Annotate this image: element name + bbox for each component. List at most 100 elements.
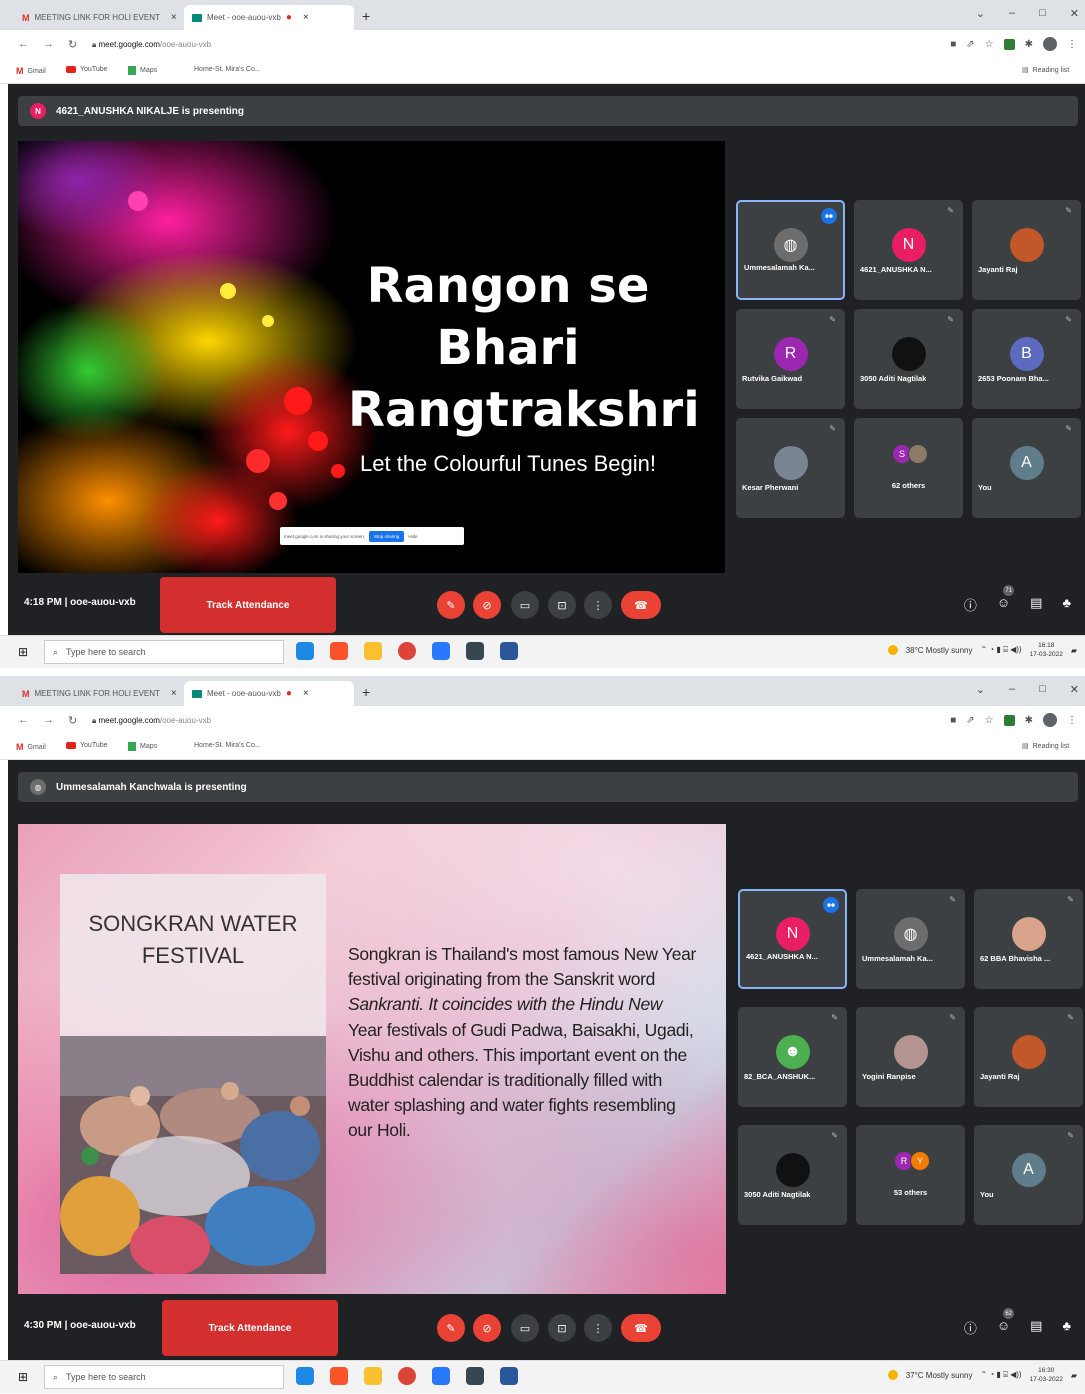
star-icon[interactable]: ☆ bbox=[985, 715, 994, 726]
folder-icon[interactable] bbox=[364, 642, 382, 660]
forward-icon[interactable]: → bbox=[43, 38, 54, 51]
edge-icon[interactable] bbox=[296, 1367, 314, 1385]
minimize-icon[interactable]: – bbox=[1009, 7, 1015, 20]
profile-avatar[interactable] bbox=[1043, 37, 1057, 51]
participant-tile[interactable]: ✎ R Rutvika Gaikwad bbox=[736, 309, 845, 409]
mic-off-button[interactable]: ✎ bbox=[437, 1314, 465, 1342]
menu-icon[interactable]: ⋮ bbox=[1067, 39, 1077, 50]
track-attendance-button[interactable]: Track Attendance bbox=[162, 1300, 338, 1356]
close-icon[interactable]: × bbox=[171, 12, 177, 23]
reload-icon[interactable]: ↻ bbox=[68, 38, 77, 51]
present-button[interactable]: ⊡ bbox=[548, 591, 576, 619]
camera-icon[interactable]: ■ bbox=[950, 39, 956, 50]
camera-off-button[interactable]: ⊘ bbox=[473, 1314, 501, 1342]
more-options-button[interactable]: ⋮ bbox=[584, 1314, 612, 1342]
track-attendance-button[interactable]: Track Attendance bbox=[160, 577, 336, 633]
brave-icon[interactable] bbox=[330, 642, 348, 660]
minimize-icon[interactable]: – bbox=[1009, 683, 1015, 696]
self-tile[interactable]: ✎ A You bbox=[972, 418, 1081, 518]
zoom-icon[interactable] bbox=[432, 1367, 450, 1385]
participant-tile[interactable]: ✎ Yogini Ranpise bbox=[856, 1007, 965, 1107]
extension-icon[interactable] bbox=[1003, 38, 1015, 50]
windows-start-icon[interactable]: ⊞ bbox=[18, 645, 28, 659]
url-field[interactable]: 🔒︎ meet.google.com/ooe-auou-vxb bbox=[92, 716, 211, 726]
close-icon[interactable]: × bbox=[171, 688, 177, 699]
url-field[interactable]: 🔒︎ meet.google.com/ooe-auou-vxb bbox=[92, 40, 211, 50]
edge-icon[interactable] bbox=[296, 642, 314, 660]
app-icon[interactable] bbox=[466, 1367, 484, 1385]
share-icon[interactable]: ⇗ bbox=[966, 715, 974, 726]
maximize-icon[interactable]: □ bbox=[1039, 683, 1046, 696]
others-tile[interactable]: R Y 53 others bbox=[856, 1125, 965, 1225]
reading-list[interactable]: ▤ Reading list bbox=[1022, 66, 1069, 75]
participant-tile[interactable]: ✎ B 2653 Poonam Bha... bbox=[972, 309, 1081, 409]
activities-icon[interactable]: ♣ bbox=[1062, 595, 1071, 614]
reload-icon[interactable]: ↻ bbox=[68, 714, 77, 727]
participant-tile[interactable]: ✎ ☻ 82_BCA_ANSHUK... bbox=[738, 1007, 847, 1107]
participant-tile[interactable]: ✎ N 4621_ANUSHKA N... bbox=[854, 200, 963, 300]
reading-list[interactable]: ▤ Reading list bbox=[1022, 742, 1069, 751]
bookmark-maps[interactable]: Maps bbox=[128, 66, 157, 75]
puzzle-icon[interactable]: ✱ bbox=[1025, 715, 1033, 726]
notifications-icon[interactable]: ▰ bbox=[1071, 1371, 1077, 1380]
bookmark-maps[interactable]: Maps bbox=[128, 742, 157, 751]
profile-avatar[interactable] bbox=[1043, 713, 1057, 727]
participant-tile[interactable]: ✎ 62 BBA Bhavisha ... bbox=[974, 889, 1083, 989]
brave-icon[interactable] bbox=[330, 1367, 348, 1385]
close-window-icon[interactable]: ✕ bbox=[1070, 7, 1079, 20]
participant-tile[interactable]: ✎ Kesar Pherwani bbox=[736, 418, 845, 518]
close-window-icon[interactable]: ✕ bbox=[1070, 683, 1079, 696]
activities-icon[interactable]: ♣ bbox=[1062, 1318, 1071, 1337]
tab-meet[interactable]: Meet - ooe-auou-vxb ● × bbox=[184, 681, 354, 706]
extension-icon[interactable] bbox=[1003, 714, 1015, 726]
chevron-down-icon[interactable]: ⌄ bbox=[976, 7, 985, 20]
people-icon[interactable]: ☺ 71 bbox=[997, 585, 1015, 614]
bookmark-home[interactable]: Home-St. Mira's Co... bbox=[194, 66, 261, 73]
taskbar-search[interactable]: ⌕ Type here to search bbox=[44, 1365, 284, 1389]
self-tile[interactable]: ✎ A You bbox=[974, 1125, 1083, 1225]
bookmark-youtube[interactable]: YouTube bbox=[66, 742, 108, 749]
windows-start-icon[interactable]: ⊞ bbox=[18, 1370, 28, 1384]
zoom-icon[interactable] bbox=[432, 642, 450, 660]
others-tile[interactable]: S 62 others bbox=[854, 418, 963, 518]
new-tab-button[interactable]: + bbox=[362, 8, 370, 24]
participant-tile[interactable]: ✎ 3050 Aditi Nagtilak bbox=[854, 309, 963, 409]
chat-icon[interactable]: ▤ bbox=[1030, 595, 1042, 614]
tab-meet[interactable]: Meet - ooe-auou-vxb ● × bbox=[184, 5, 354, 30]
people-icon[interactable]: ☺ 62 bbox=[997, 1308, 1015, 1337]
participant-tile[interactable]: ✎ ◍ Ummesalamah Ka... bbox=[856, 889, 965, 989]
end-call-button[interactable]: ☎ bbox=[621, 1314, 661, 1342]
participant-tile[interactable]: ✎ 3050 Aditi Nagtilak bbox=[738, 1125, 847, 1225]
captions-button[interactable]: ▭ bbox=[511, 591, 539, 619]
word-icon[interactable] bbox=[500, 642, 518, 660]
chat-icon[interactable]: ▤ bbox=[1030, 1318, 1042, 1337]
more-options-button[interactable]: ⋮ bbox=[584, 591, 612, 619]
clock[interactable]: 16:18 17-03-2022 bbox=[1030, 641, 1063, 659]
chrome-icon[interactable] bbox=[398, 1367, 416, 1385]
present-button[interactable]: ⊡ bbox=[548, 1314, 576, 1342]
chrome-icon[interactable] bbox=[398, 642, 416, 660]
bookmark-youtube[interactable]: YouTube bbox=[66, 66, 108, 73]
camera-icon[interactable]: ■ bbox=[950, 715, 956, 726]
word-icon[interactable] bbox=[500, 1367, 518, 1385]
share-icon[interactable]: ⇗ bbox=[966, 39, 974, 50]
folder-icon[interactable] bbox=[364, 1367, 382, 1385]
mic-off-button[interactable]: ✎ bbox=[437, 591, 465, 619]
chevron-down-icon[interactable]: ⌄ bbox=[976, 683, 985, 696]
camera-off-button[interactable]: ⊘ bbox=[473, 591, 501, 619]
notifications-icon[interactable]: ▰ bbox=[1071, 646, 1077, 655]
stop-sharing-button[interactable]: Stop sharing bbox=[369, 530, 405, 542]
participant-tile[interactable]: ⦁⦁ ◍ Ummesalamah Ka... bbox=[736, 200, 845, 300]
back-icon[interactable]: ← bbox=[18, 714, 29, 727]
participant-tile[interactable]: ✎ Jayanti Raj bbox=[972, 200, 1081, 300]
forward-icon[interactable]: → bbox=[43, 714, 54, 727]
puzzle-icon[interactable]: ✱ bbox=[1025, 39, 1033, 50]
star-icon[interactable]: ☆ bbox=[985, 39, 994, 50]
bookmark-gmail[interactable]: M Gmail bbox=[16, 66, 46, 76]
bookmark-gmail[interactable]: M Gmail bbox=[16, 742, 46, 752]
tray-icons[interactable]: ⌃ ◔ ▮ ⌸ ◀)) bbox=[980, 645, 1021, 655]
app-icon[interactable] bbox=[466, 642, 484, 660]
info-icon[interactable]: ⓘ bbox=[964, 595, 977, 614]
back-icon[interactable]: ← bbox=[18, 38, 29, 51]
taskbar-search[interactable]: ⌕ Type here to search bbox=[44, 640, 284, 664]
